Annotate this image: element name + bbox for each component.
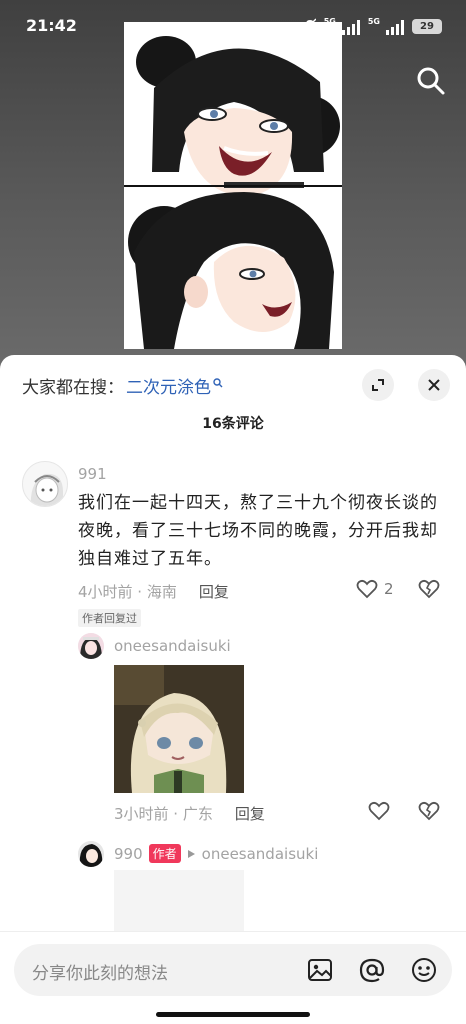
- comment-input[interactable]: 分享你此刻的想法: [14, 944, 452, 996]
- dislike-button[interactable]: [418, 579, 440, 603]
- avatar[interactable]: [22, 461, 68, 507]
- comment-meta: 4小时前 · 海南 回复: [78, 581, 229, 602]
- broken-heart-icon: [418, 801, 440, 821]
- image-icon: [308, 959, 332, 981]
- reply-sticker-image[interactable]: [114, 665, 244, 793]
- reply-meta: 3小时前 · 广东 回复: [114, 803, 265, 824]
- play-arrow-icon: [187, 849, 195, 858]
- expand-button[interactable]: [362, 369, 394, 401]
- expand-icon: [372, 379, 384, 391]
- close-button[interactable]: [418, 369, 450, 401]
- emoji-button[interactable]: [410, 956, 438, 984]
- network-label-1: 5G: [323, 17, 336, 26]
- comment-time-location: 4小时前 · 海南: [78, 583, 177, 601]
- author-badge: 作者: [148, 844, 181, 863]
- signal-icon-1: [341, 19, 360, 35]
- reply-header: 990 作者 oneesandaisuki: [114, 844, 318, 863]
- manga-illustration: [124, 22, 342, 349]
- like-count: 2: [384, 580, 394, 598]
- heart-icon: [368, 801, 390, 821]
- reply-username[interactable]: oneesandaisuki: [114, 637, 231, 655]
- reply-button[interactable]: 回复: [199, 581, 229, 602]
- avatar[interactable]: [78, 841, 104, 867]
- home-indicator[interactable]: [156, 1012, 310, 1017]
- like-button[interactable]: 2: [356, 579, 394, 599]
- signal-icon-2: [386, 19, 404, 35]
- comments-sheet: 大家都在搜： 二次元涂色 16条评论 991 我们在一起十四天，熬了三十九个彻夜…: [0, 355, 466, 1024]
- mute-icon: [303, 17, 317, 36]
- anime-avatar-image: [78, 633, 104, 659]
- broken-heart-icon: [418, 579, 440, 599]
- status-bar: 21:42 5G 5G 29: [0, 0, 466, 48]
- like-button[interactable]: [368, 801, 390, 825]
- hot-search-bar: 大家都在搜： 二次元涂色: [22, 373, 223, 398]
- comment-username[interactable]: 991: [78, 465, 107, 483]
- author-replied-tag: 作者回复过: [78, 609, 141, 627]
- reply-button[interactable]: 回复: [235, 803, 265, 824]
- reply-time-location: 3小时前 · 广东: [114, 805, 213, 823]
- anime-girl-sticker: [114, 665, 244, 793]
- anime-avatar-image: [78, 841, 104, 867]
- search-icon: [213, 377, 223, 387]
- comment-input-placeholder: 分享你此刻的想法: [32, 964, 168, 984]
- reply-username[interactable]: 990: [114, 845, 143, 863]
- battery-icon: 29: [412, 19, 442, 34]
- network-label-2: 5G: [367, 17, 380, 26]
- hot-search-prefix: 大家都在搜：: [22, 378, 124, 398]
- comment-text: 我们在一起十四天，熬了三十九个彻夜长谈的夜晚，看了三十七场不同的晚霞，分开后我却…: [78, 493, 438, 569]
- mention-button[interactable]: [358, 956, 386, 984]
- comment-count-title: 16条评论: [202, 416, 264, 432]
- image-picker-button[interactable]: [306, 956, 334, 984]
- smiley-icon: [412, 958, 436, 982]
- hot-search-keyword[interactable]: 二次元涂色: [126, 373, 211, 398]
- close-icon: [428, 379, 440, 391]
- artwork-image[interactable]: [124, 22, 342, 349]
- status-time: 21:42: [26, 16, 77, 35]
- search-button[interactable]: [414, 64, 448, 98]
- media-area: 21:42 5G 5G 29: [0, 0, 466, 372]
- reply-to-username[interactable]: oneesandaisuki: [202, 845, 319, 863]
- status-icons: 5G 5G 29: [303, 17, 442, 36]
- at-icon: [359, 958, 385, 983]
- avatar[interactable]: [78, 633, 104, 659]
- heart-icon: [356, 579, 378, 599]
- dislike-button[interactable]: [418, 801, 440, 825]
- search-icon: [417, 67, 445, 95]
- anime-avatar-image: [23, 462, 67, 506]
- comment-input-bar: 分享你此刻的想法: [0, 931, 466, 1024]
